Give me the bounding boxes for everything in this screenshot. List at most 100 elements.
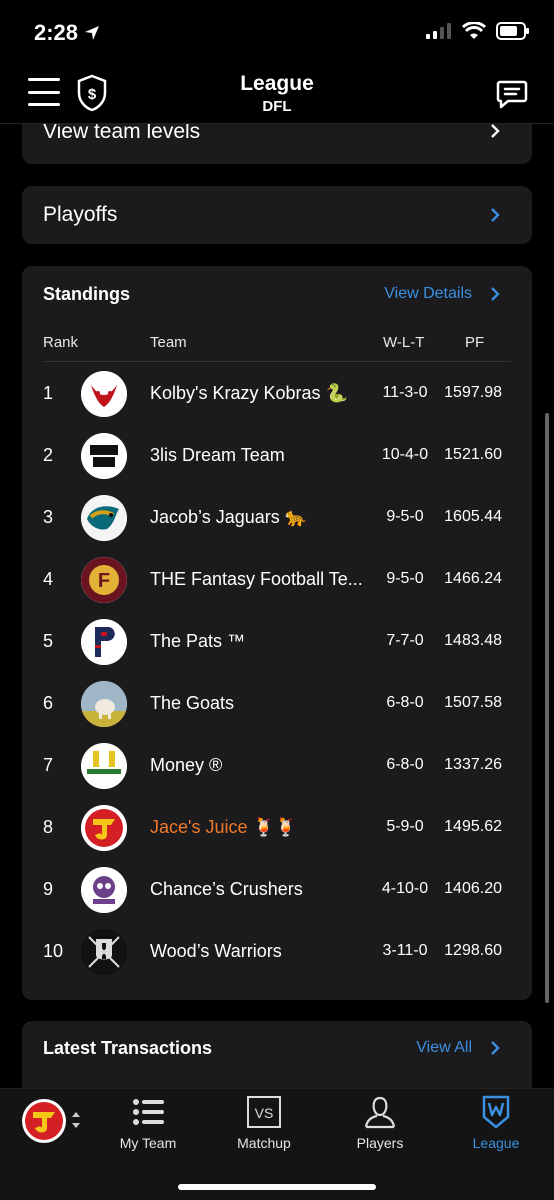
chat-icon[interactable] <box>496 78 528 110</box>
status-time: 2:28 <box>34 20 100 46</box>
team-name: The Pats ™ <box>150 631 246 651</box>
bottom-tab-bar: My Team VS Matchup Players League <box>0 1088 554 1200</box>
standings-row[interactable]: 10 Wood’s Warriors 3-11-0 1298.60 <box>22 921 532 983</box>
standings-row[interactable]: 6 The Goats 6-8-0 1507.58 <box>22 673 532 735</box>
team-logo-goats <box>81 681 127 727</box>
points-for: 1507.58 <box>444 694 502 711</box>
team-avatar-icon <box>22 1099 80 1143</box>
record: 3-11-0 <box>382 942 428 959</box>
view-all-link[interactable]: View All <box>416 1039 472 1057</box>
record: 9-5-0 <box>386 508 424 525</box>
team-name: Money ® <box>150 755 223 775</box>
standings-row[interactable]: 9 Chance’s Crushers 4-10-0 1406.20 <box>22 859 532 921</box>
tab-label: League <box>472 1135 520 1151</box>
rank: 3 <box>43 507 54 527</box>
rank: 9 <box>43 879 54 899</box>
home-indicator[interactable] <box>178 1184 376 1190</box>
page-title: League <box>240 72 314 95</box>
record: 5-9-0 <box>386 818 424 835</box>
list-icon <box>133 1099 164 1125</box>
rank: 4 <box>43 569 54 589</box>
tab-league[interactable]: League <box>451 1095 541 1155</box>
chevron-right-icon[interactable] <box>488 1041 502 1055</box>
team-logo-money <box>81 743 127 789</box>
team-logo-pats <box>81 619 127 665</box>
points-for: 1495.62 <box>444 818 502 835</box>
record: 9-5-0 <box>386 570 424 587</box>
team-logo-kobras <box>81 371 127 417</box>
tab-my-team[interactable]: My Team <box>103 1095 193 1155</box>
team-name: Jacob’s Jaguars 🐆 <box>150 507 308 527</box>
clock: 2:28 <box>34 20 79 45</box>
chevron-right-icon <box>491 124 500 138</box>
status-icons <box>426 22 530 40</box>
points-for: 1466.24 <box>444 570 502 587</box>
standings-row[interactable]: 2 3lis Dream Team 10-4-0 1521.60 <box>22 425 532 487</box>
rank: 6 <box>43 693 54 713</box>
view-team-levels-label: View team levels <box>43 124 201 143</box>
standings-card: Standings View Details Rank Team W-L-T P… <box>22 266 532 1000</box>
tab-matchup[interactable]: VS Matchup <box>219 1095 309 1155</box>
team-logo-jaguars <box>81 495 127 541</box>
chevron-right-icon[interactable] <box>488 287 502 301</box>
tab-label: Players <box>356 1135 404 1151</box>
playoffs-row[interactable]: Playoffs <box>22 186 532 244</box>
rank: 5 <box>43 631 54 651</box>
record: 6-8-0 <box>386 694 424 711</box>
points-for: 1597.98 <box>444 384 502 401</box>
svg-text:F: F <box>98 570 110 592</box>
record: 11-3-0 <box>382 384 428 401</box>
team-logo-warriors <box>81 929 127 975</box>
team-logo-juice <box>81 805 127 851</box>
cellular-signal-icon <box>426 23 451 39</box>
team-name: The Goats <box>150 693 235 713</box>
standings-row[interactable]: 1 Kolby's Krazy Kobras 🐍 11-3-0 1597.98 <box>22 363 532 425</box>
chevron-right-icon <box>491 208 500 222</box>
column-header-pf: PF <box>465 334 485 351</box>
record: 7-7-0 <box>386 632 424 649</box>
standings-row[interactable]: 7 Money ® 6-8-0 1337.26 <box>22 735 532 797</box>
points-for: 1605.44 <box>444 508 502 525</box>
team-name: THE Fantasy Football Te... <box>150 569 363 589</box>
standings-row[interactable]: 5 The Pats ™ 7-7-0 1483.48 <box>22 611 532 673</box>
points-for: 1521.60 <box>444 446 502 463</box>
app-header: $ League DFL <box>0 64 554 124</box>
svg-text:VS: VS <box>255 1105 274 1121</box>
header-divider <box>43 361 511 362</box>
team-name: Kolby's Krazy Kobras 🐍 <box>150 383 348 403</box>
team-switcher[interactable] <box>22 1099 86 1149</box>
points-for: 1406.20 <box>444 880 502 897</box>
league-name: DFL <box>262 98 292 115</box>
person-icon <box>364 1096 396 1129</box>
rank: 10 <box>43 941 64 961</box>
battery-icon <box>496 22 529 40</box>
tab-players[interactable]: Players <box>335 1095 425 1155</box>
view-details-link[interactable]: View Details <box>384 285 472 303</box>
column-header-team: Team <box>150 334 187 351</box>
team-name: 3lis Dream Team <box>150 445 285 465</box>
standings-row-my-team[interactable]: 8 Jace's Juice 🍹🍹 5-9-0 1495.62 <box>22 797 532 859</box>
view-team-levels-row[interactable]: View team levels <box>22 124 532 164</box>
standings-row[interactable]: 3 Jacob’s Jaguars 🐆 9-5-0 1605.44 <box>22 487 532 549</box>
record: 4-10-0 <box>381 880 429 897</box>
team-logo-fantasy-football: F <box>81 557 127 603</box>
transactions-title: Latest Transactions <box>43 1038 213 1058</box>
record: 6-8-0 <box>386 756 424 773</box>
playoffs-label: Playoffs <box>43 203 118 226</box>
league-content: View team levels Playoffs Standings View… <box>0 124 554 1088</box>
record: 10-4-0 <box>381 446 429 463</box>
rank: 8 <box>43 817 54 837</box>
wifi-icon <box>462 22 486 39</box>
status-bar: 2:28 <box>0 0 554 64</box>
points-for: 1483.48 <box>444 632 502 649</box>
points-for: 1298.60 <box>444 942 502 959</box>
team-name: Jace's Juice 🍹🍹 <box>150 817 298 837</box>
column-header-wlt: W-L-T <box>383 334 425 351</box>
standings-row[interactable]: 4 F THE Fantasy Football Te... 9-5-0 146… <box>22 549 532 611</box>
location-arrow-icon <box>85 26 100 40</box>
scrollbar[interactable] <box>545 413 549 1003</box>
team-name: Chance’s Crushers <box>150 879 303 899</box>
league-shield-icon <box>482 1095 510 1129</box>
rank: 7 <box>43 755 54 775</box>
points-for: 1337.26 <box>444 756 502 773</box>
